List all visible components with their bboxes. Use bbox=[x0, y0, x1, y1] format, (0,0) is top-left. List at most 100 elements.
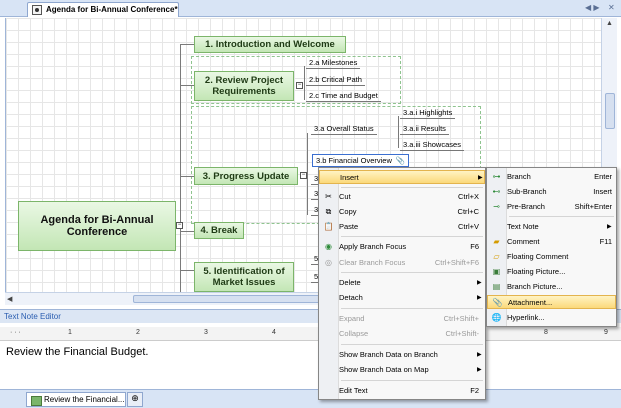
submenu-arrow-icon: ▶ bbox=[477, 295, 482, 301]
submenu-item-branch[interactable]: ⊶ Branch Enter bbox=[487, 170, 616, 184]
menu-item-label: Floating Comment bbox=[507, 252, 569, 261]
editor-ruler[interactable]: · · · 1 2 3 4 5 6 7 8 9 bbox=[0, 327, 621, 341]
vertical-scroll-thumb[interactable] bbox=[605, 93, 615, 129]
menu-item-label: Show Branch Data on Map bbox=[339, 365, 429, 374]
subtopic-results[interactable]: 3.a.ii Results bbox=[400, 124, 449, 135]
subtopic-financial-overview-selected[interactable]: 3.b Financial Overview 📎 bbox=[312, 154, 410, 167]
close-document-icon[interactable]: ✕ bbox=[608, 3, 615, 12]
subtopic-highlights[interactable]: 3.a.i Highlights bbox=[400, 108, 456, 119]
menu-item-copy[interactable]: ⧉ Copy Ctrl+C bbox=[319, 205, 485, 219]
collapse-toggle[interactable]: − bbox=[300, 172, 307, 179]
menu-item-label: Pre-Branch bbox=[507, 202, 545, 211]
connector-line bbox=[398, 116, 399, 148]
document-tab[interactable]: Agenda for Bi-Annual Conference* bbox=[27, 2, 179, 17]
menu-item-shortcut: Ctrl+Shift- bbox=[445, 329, 479, 338]
submenu-arrow-icon: ▶ bbox=[477, 280, 482, 286]
submenu-item-floating-comment[interactable]: ▱ Floating Comment bbox=[487, 250, 616, 264]
clear-focus-icon: ◎ bbox=[325, 258, 332, 267]
note-tab[interactable]: Review the Financial... bbox=[26, 392, 126, 407]
submenu-item-hyperlink[interactable]: 🌐 Hyperlink... bbox=[487, 311, 616, 325]
menu-item-detach[interactable]: Detach ▶ bbox=[319, 291, 485, 305]
ruler-number: 4 bbox=[272, 329, 276, 336]
scroll-left-icon[interactable]: ◀ bbox=[7, 295, 12, 303]
menu-item-cut[interactable]: ✂ Cut Ctrl+X bbox=[319, 190, 485, 204]
topic-progress-update[interactable]: 3. Progress Update bbox=[194, 167, 298, 185]
connector-line bbox=[180, 231, 194, 232]
menu-item-clear-branch-focus[interactable]: ◎ Clear Branch Focus Ctrl+Shift+F6 bbox=[319, 256, 485, 270]
menu-item-expand[interactable]: Expand Ctrl+Shift+ bbox=[319, 312, 485, 326]
document-tab-bar: Agenda for Bi-Annual Conference* ◀ ▶ ✕ bbox=[0, 0, 621, 17]
ruler-number: 8 bbox=[544, 329, 548, 336]
menu-item-shortcut: Ctrl+V bbox=[457, 222, 479, 231]
menu-item-show-branch-data-on-branch[interactable]: Show Branch Data on Branch ▶ bbox=[319, 348, 485, 362]
scroll-up-icon[interactable]: ▲ bbox=[606, 20, 613, 27]
menu-separator bbox=[341, 344, 483, 345]
submenu-arrow-icon: ▶ bbox=[477, 352, 482, 358]
menu-item-label: Paste bbox=[339, 222, 359, 231]
submenu-item-pre-branch[interactable]: ⊸ Pre-Branch Shift+Enter bbox=[487, 200, 616, 214]
menu-item-label: Attachment... bbox=[508, 298, 553, 307]
menu-separator bbox=[341, 380, 483, 381]
bottom-tab-bar: Review the Financial... ⊕ bbox=[0, 389, 621, 408]
menu-item-show-branch-data-on-map[interactable]: Show Branch Data on Map ▶ bbox=[319, 363, 485, 377]
menu-item-label: Apply Branch Focus bbox=[339, 242, 407, 251]
menu-item-delete[interactable]: Delete ▶ bbox=[319, 276, 485, 290]
add-tab-icon[interactable]: ⊕ bbox=[127, 392, 143, 407]
topic-break[interactable]: 4. Break bbox=[194, 222, 244, 239]
connector-line bbox=[180, 176, 194, 177]
menu-item-shortcut: Shift+Enter bbox=[574, 202, 612, 211]
menu-item-shortcut: Ctrl+Shift+F6 bbox=[434, 258, 479, 267]
menu-item-edit-text[interactable]: Edit Text F2 bbox=[319, 384, 485, 398]
topic-introduction[interactable]: 1. Introduction and Welcome bbox=[194, 36, 346, 53]
collapse-toggle[interactable]: − bbox=[176, 222, 183, 229]
connector-line bbox=[180, 44, 194, 45]
floating-comment-icon: ▱ bbox=[493, 252, 500, 261]
menu-item-label: Floating Picture... bbox=[507, 267, 566, 276]
menu-item-label: Branch bbox=[507, 172, 531, 181]
tab-scroll-arrows[interactable]: ◀ ▶ bbox=[585, 3, 600, 12]
menu-item-shortcut: F6 bbox=[470, 242, 479, 251]
central-topic[interactable]: Agenda for Bi-Annual Conference bbox=[18, 201, 176, 251]
submenu-arrow-icon: ▶ bbox=[607, 224, 612, 230]
menu-separator bbox=[509, 216, 614, 217]
menu-item-label: Text Note bbox=[507, 222, 539, 231]
subtopic-milestones[interactable]: 2.a Milestones bbox=[306, 58, 361, 69]
menu-item-shortcut: Insert bbox=[593, 187, 612, 196]
ruler-number: 2 bbox=[136, 329, 140, 336]
menu-item-label: Insert bbox=[340, 173, 359, 182]
menu-item-insert[interactable]: Insert ▶ bbox=[319, 170, 485, 184]
subtopic-overall-status[interactable]: 3.a Overall Status bbox=[311, 124, 377, 135]
submenu-item-floating-picture[interactable]: ▣ Floating Picture... bbox=[487, 265, 616, 279]
pre-branch-icon: ⊸ bbox=[493, 202, 500, 211]
sub-branch-icon: ⊷ bbox=[492, 187, 501, 196]
menu-separator bbox=[341, 272, 483, 273]
subtopic-critical-path[interactable]: 2.b Critical Path bbox=[306, 75, 365, 86]
menu-item-apply-branch-focus[interactable]: ◉ Apply Branch Focus F6 bbox=[319, 240, 485, 254]
submenu-item-attachment[interactable]: 📎 Attachment... bbox=[487, 295, 616, 309]
insert-submenu: ⊶ Branch Enter ⊷ Sub-Branch Insert ⊸ Pre… bbox=[486, 167, 617, 327]
menu-item-label: Hyperlink... bbox=[507, 313, 545, 322]
menu-separator bbox=[341, 236, 483, 237]
submenu-item-branch-picture[interactable]: ▤ Branch Picture... bbox=[487, 280, 616, 294]
menu-item-label: Delete bbox=[339, 278, 361, 287]
menu-item-paste[interactable]: 📋 Paste Ctrl+V bbox=[319, 220, 485, 234]
submenu-item-comment[interactable]: ▰ Comment F11 bbox=[487, 235, 616, 249]
submenu-item-text-note[interactable]: Text Note ▶ bbox=[487, 220, 616, 234]
subtopic-time-budget[interactable]: 2.c Time and Budget bbox=[306, 91, 381, 102]
menu-item-shortcut: Ctrl+C bbox=[457, 207, 479, 216]
topic-market-issues[interactable]: 5. Identification of Market Issues bbox=[194, 262, 294, 292]
trunk-line bbox=[180, 44, 181, 292]
collapse-toggle[interactable]: − bbox=[296, 82, 303, 89]
connector-line bbox=[180, 85, 194, 86]
connector-line bbox=[304, 66, 305, 100]
copy-icon: ⧉ bbox=[325, 207, 332, 216]
topic-review-requirements[interactable]: 2. Review Project Requirements bbox=[194, 71, 294, 101]
horizontal-scroll-thumb[interactable] bbox=[133, 295, 323, 303]
submenu-arrow-icon: ▶ bbox=[477, 367, 482, 373]
subtopic-showcases[interactable]: 3.a.iii Showcases bbox=[400, 140, 464, 151]
menu-item-collapse[interactable]: Collapse Ctrl+Shift- bbox=[319, 327, 485, 341]
submenu-item-sub-branch[interactable]: ⊷ Sub-Branch Insert bbox=[487, 185, 616, 199]
text-note-content[interactable]: Review the Financial Budget. bbox=[6, 346, 148, 358]
connector-line bbox=[180, 270, 194, 271]
menu-item-label: Collapse bbox=[339, 329, 369, 338]
